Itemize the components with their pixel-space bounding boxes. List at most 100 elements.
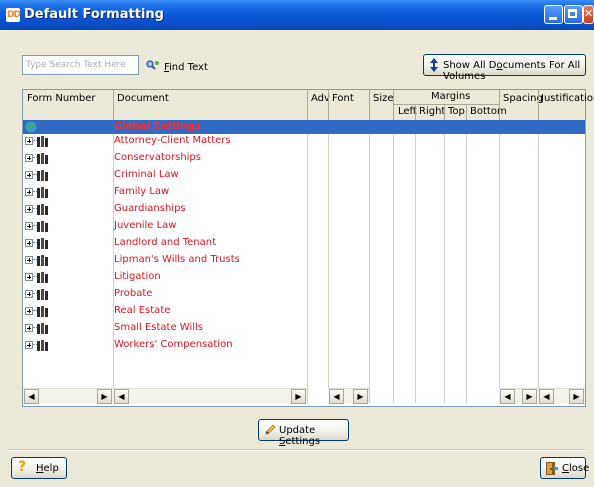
table-row[interactable]: Small Estate Wills	[23, 321, 585, 336]
document-label: Global Settings	[114, 121, 201, 132]
table-row[interactable]: Attorney-Client Matters	[23, 134, 585, 149]
col-size[interactable]: Size	[373, 93, 394, 104]
form-number-scrollbar[interactable]: ◀ ▶	[23, 388, 113, 404]
document-label: Landlord and Tenant	[114, 237, 217, 248]
books-icon	[37, 323, 48, 334]
help-question-icon: ?	[18, 459, 27, 475]
documents-grid[interactable]: Form Number Document Adv Font Size Margi…	[22, 89, 594, 407]
books-icon	[37, 170, 48, 181]
document-scrollbar[interactable]: ◀ ▶	[113, 388, 307, 404]
col-bottom[interactable]: Bottom	[470, 106, 507, 117]
scroll-left-arrow-icon[interactable]: ◀	[24, 389, 39, 404]
books-icon	[37, 187, 48, 198]
col-right[interactable]: Right	[419, 106, 445, 117]
expand-icon[interactable]	[25, 341, 33, 349]
show-all-documents-button[interactable]: Show All Documents For All Volumes	[423, 54, 586, 82]
search-input[interactable]: Type Search Text Here	[22, 55, 139, 75]
col-margins: Margins	[431, 91, 471, 102]
expand-icon[interactable]	[25, 188, 33, 196]
update-settings-button[interactable]: Update Settings	[258, 419, 349, 447]
document-label: Probate	[114, 288, 153, 299]
table-row[interactable]: Family Law	[23, 185, 585, 200]
scroll-right-arrow-icon[interactable]: ▶	[569, 389, 584, 404]
expand-icon[interactable]	[25, 222, 33, 230]
close-button[interactable]: Close	[540, 457, 589, 479]
expand-icon[interactable]	[25, 205, 33, 213]
document-label: Criminal Law	[114, 169, 179, 180]
expand-icon[interactable]	[25, 239, 33, 247]
scroll-left-arrow-icon[interactable]: ◀	[329, 389, 344, 404]
document-label: Conservatorships	[114, 152, 201, 163]
scroll-right-arrow-icon[interactable]: ▶	[97, 389, 112, 404]
books-icon	[37, 272, 48, 283]
books-icon	[37, 204, 48, 215]
expand-icon[interactable]	[25, 290, 33, 298]
table-row[interactable]: Lipman's Wills and Trusts	[23, 253, 585, 268]
table-row[interactable]: Real Estate	[23, 304, 585, 319]
books-icon	[37, 340, 48, 351]
table-row[interactable]: Landlord and Tenant	[23, 236, 585, 251]
expand-icon[interactable]	[25, 171, 33, 179]
grid-header: Form Number Document Adv Font Size Margi…	[23, 90, 594, 121]
document-label: Real Estate	[114, 305, 171, 316]
document-label: Lipman's Wills and Trusts	[114, 254, 240, 265]
books-icon	[37, 136, 48, 147]
table-row-global-settings[interactable]: Global Settings	[23, 120, 585, 134]
divider	[8, 449, 586, 451]
books-icon	[37, 289, 48, 300]
font-scrollbar[interactable]: ◀ ▶	[328, 388, 369, 404]
maximize-icon[interactable]	[564, 5, 583, 24]
expand-icon[interactable]	[25, 154, 33, 162]
expand-icon[interactable]	[25, 273, 33, 281]
table-row[interactable]: Probate	[23, 287, 585, 302]
document-label: Guardianships	[114, 203, 186, 214]
books-icon	[37, 255, 48, 266]
document-label: Juvenile Law	[114, 220, 177, 231]
document-label: Attorney-Client Matters	[114, 135, 231, 146]
title-bar: DD Default Formatting	[0, 0, 594, 30]
table-row[interactable]: Workers' Compensation	[23, 338, 585, 353]
pencil-icon	[265, 424, 276, 435]
col-form-number[interactable]: Form Number	[27, 93, 96, 104]
scroll-right-arrow-icon[interactable]: ▶	[291, 389, 306, 404]
document-label: Workers' Compensation	[114, 339, 233, 350]
exit-door-icon	[546, 462, 558, 475]
document-label: Small Estate Wills	[114, 322, 203, 333]
col-document[interactable]: Document	[117, 93, 169, 104]
books-icon	[37, 221, 48, 232]
expand-icon[interactable]	[25, 256, 33, 264]
expand-icon[interactable]	[25, 324, 33, 332]
scroll-right-arrow-icon[interactable]: ▶	[353, 389, 368, 404]
scroll-left-arrow-icon[interactable]: ◀	[114, 389, 129, 404]
table-row[interactable]: Juvenile Law	[23, 219, 585, 234]
col-spacing[interactable]: Spacing	[503, 93, 543, 104]
books-icon	[37, 306, 48, 317]
books-icon	[37, 153, 48, 164]
close-icon[interactable]	[583, 5, 594, 24]
col-font[interactable]: Font	[332, 93, 354, 104]
arrow-updown-icon	[430, 58, 438, 72]
find-icon[interactable]	[146, 60, 160, 72]
table-row[interactable]: Guardianships	[23, 202, 585, 217]
table-row[interactable]: Conservatorships	[23, 151, 585, 166]
justification-scrollbar[interactable]: ◀ ▶	[538, 388, 585, 404]
col-top[interactable]: Top	[448, 106, 465, 117]
table-row[interactable]: Litigation	[23, 270, 585, 285]
find-text-button[interactable]: Find Text	[164, 62, 208, 73]
table-row[interactable]: Criminal Law	[23, 168, 585, 183]
window-title: Default Formatting	[24, 7, 164, 22]
spacing-scrollbar[interactable]: ◀ ▶	[499, 388, 538, 404]
expand-icon[interactable]	[25, 307, 33, 315]
scroll-right-arrow-icon[interactable]: ▶	[522, 389, 537, 404]
scroll-left-arrow-icon[interactable]: ◀	[539, 389, 554, 404]
books-icon	[37, 238, 48, 249]
globe-icon	[25, 121, 37, 133]
scroll-left-arrow-icon[interactable]: ◀	[500, 389, 515, 404]
minimize-icon[interactable]	[544, 5, 563, 24]
document-label: Family Law	[114, 186, 170, 197]
expand-icon[interactable]	[25, 137, 33, 145]
col-justification[interactable]: Justification	[541, 93, 594, 104]
document-label: Litigation	[114, 271, 161, 282]
help-button[interactable]: ? Help	[11, 457, 67, 479]
col-left[interactable]: Left	[398, 106, 417, 117]
